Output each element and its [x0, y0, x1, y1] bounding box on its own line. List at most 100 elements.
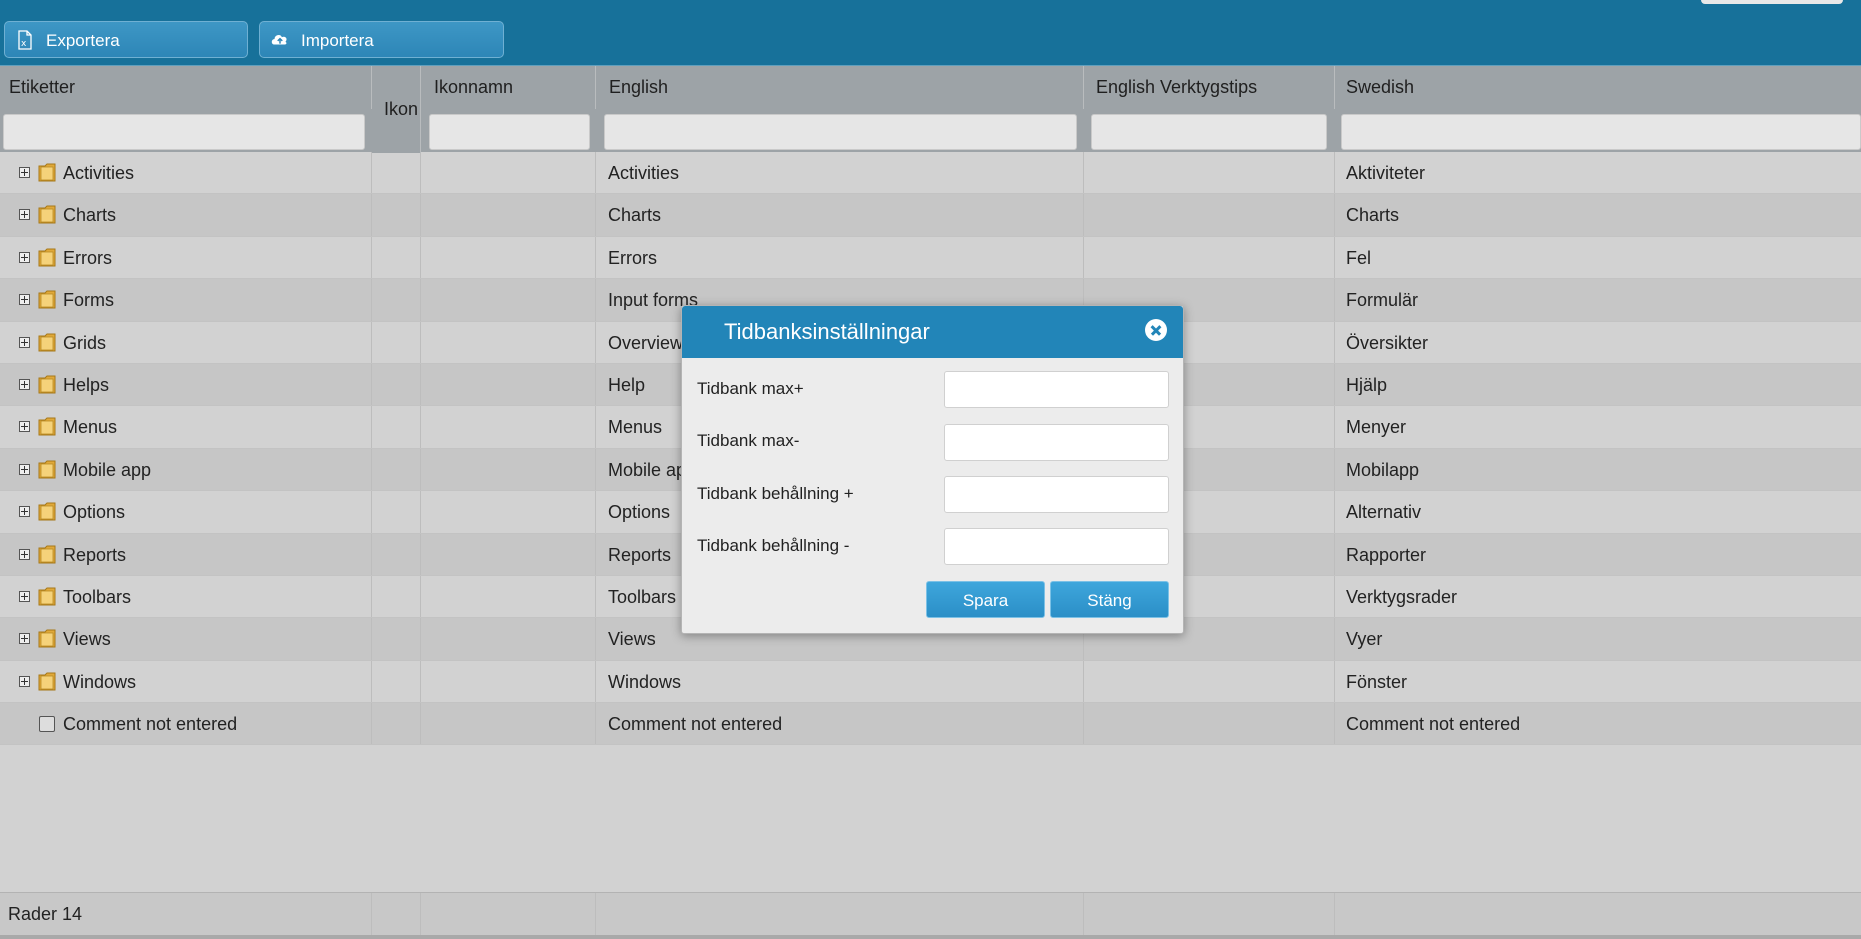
icon-name-cell[interactable]: [421, 363, 596, 406]
swedish-cell[interactable]: Menyer: [1335, 406, 1861, 447]
filter-input-swedish[interactable]: [1341, 114, 1861, 150]
icon-cell[interactable]: [372, 152, 421, 194]
swedish-cell[interactable]: Vyer: [1335, 618, 1861, 659]
english-cell[interactable]: Charts: [596, 194, 1084, 236]
label-cell[interactable]: Errors: [0, 236, 372, 279]
english-cell[interactable]: Activities: [596, 152, 1084, 194]
icon-cell[interactable]: [372, 575, 421, 618]
swedish-cell[interactable]: Fönster: [1335, 661, 1861, 702]
icon-cell[interactable]: [372, 448, 421, 491]
expand-icon[interactable]: [19, 548, 30, 560]
icon-cell[interactable]: [372, 406, 421, 448]
label-cell[interactable]: Menus: [0, 406, 372, 448]
swedish-cell[interactable]: Verktygsrader: [1335, 576, 1861, 617]
checkbox[interactable]: [39, 716, 55, 733]
balance-minus-input[interactable]: [944, 528, 1169, 565]
label-cell[interactable]: Grids: [0, 321, 372, 363]
swedish-cell[interactable]: Hjälp: [1335, 364, 1861, 405]
icon-cell[interactable]: [372, 236, 421, 279]
expand-icon[interactable]: [19, 421, 30, 433]
icon-name-cell[interactable]: [421, 660, 596, 703]
label-cell[interactable]: Views: [0, 618, 372, 660]
table-row[interactable]: Activities Activities Aktiviteter: [0, 152, 1861, 195]
icon-name-cell[interactable]: [421, 279, 596, 321]
icon-cell[interactable]: [372, 194, 421, 236]
label-cell[interactable]: Charts: [0, 194, 372, 236]
close-icon[interactable]: [1145, 319, 1167, 341]
icon-name-cell[interactable]: [421, 406, 596, 448]
filter-input-english-tooltip[interactable]: [1091, 114, 1327, 150]
icon-name-cell[interactable]: [421, 533, 596, 575]
column-header-swedish[interactable]: Swedish: [1335, 66, 1861, 109]
english-tooltip-cell[interactable]: [1084, 152, 1335, 194]
max-plus-input[interactable]: [944, 371, 1169, 408]
icon-name-cell[interactable]: [421, 618, 596, 660]
swedish-cell[interactable]: Comment not entered: [1335, 703, 1861, 744]
filter-input-labels[interactable]: [3, 114, 365, 150]
expand-icon[interactable]: [19, 463, 30, 475]
icon-cell[interactable]: [372, 321, 421, 363]
label-cell[interactable]: Comment not entered: [0, 703, 372, 745]
expand-icon[interactable]: [19, 675, 30, 687]
swedish-cell[interactable]: Aktiviteter: [1335, 152, 1861, 193]
swedish-cell[interactable]: Rapporter: [1335, 534, 1861, 575]
english-cell[interactable]: Comment not entered: [596, 703, 1084, 745]
expand-icon[interactable]: [19, 167, 30, 178]
import-button[interactable]: Importera: [259, 21, 504, 58]
expand-icon[interactable]: [19, 506, 30, 518]
label-cell[interactable]: Reports: [0, 533, 372, 575]
english-cell[interactable]: Errors: [596, 236, 1084, 279]
english-tooltip-cell[interactable]: [1084, 703, 1335, 745]
icon-name-cell[interactable]: [421, 194, 596, 236]
swedish-cell[interactable]: Charts: [1335, 194, 1861, 235]
label-cell[interactable]: Toolbars: [0, 575, 372, 618]
expand-icon[interactable]: [19, 251, 30, 263]
column-header-icon-name[interactable]: Ikonnamn: [421, 66, 596, 109]
expand-icon[interactable]: [19, 633, 30, 645]
table-row[interactable]: Errors Errors Fel: [0, 236, 1861, 280]
swedish-cell[interactable]: Översikter: [1335, 322, 1861, 363]
icon-name-cell[interactable]: [421, 703, 596, 745]
expand-icon[interactable]: [19, 378, 30, 390]
english-tooltip-cell[interactable]: [1084, 236, 1335, 279]
expand-icon[interactable]: [19, 336, 30, 348]
filter-input-english[interactable]: [604, 114, 1077, 150]
icon-cell[interactable]: [372, 363, 421, 406]
label-cell[interactable]: Forms: [0, 279, 372, 321]
swedish-cell[interactable]: Mobilapp: [1335, 449, 1861, 490]
table-row[interactable]: Charts Charts Charts: [0, 194, 1861, 237]
icon-cell[interactable]: [372, 703, 421, 745]
table-row[interactable]: Windows Windows Fönster: [0, 660, 1861, 704]
swedish-cell[interactable]: Fel: [1335, 237, 1861, 278]
label-cell[interactable]: Activities: [0, 152, 372, 194]
swedish-cell[interactable]: Formulär: [1335, 279, 1861, 320]
label-cell[interactable]: Mobile app: [0, 448, 372, 491]
filter-input-icon-name[interactable]: [429, 114, 590, 150]
balance-plus-input[interactable]: [944, 476, 1169, 513]
column-header-english[interactable]: English: [596, 66, 1084, 109]
icon-cell[interactable]: [372, 279, 421, 321]
expand-icon[interactable]: [19, 209, 30, 221]
icon-name-cell[interactable]: [421, 491, 596, 533]
toolbar-edge-control[interactable]: [1701, 0, 1843, 4]
icon-name-cell[interactable]: [421, 575, 596, 618]
expand-icon[interactable]: [19, 294, 30, 306]
icon-cell[interactable]: [372, 660, 421, 703]
column-header-english-tooltip[interactable]: English Verktygstips: [1084, 66, 1335, 109]
column-header-labels[interactable]: Etiketter: [0, 66, 372, 109]
swedish-cell[interactable]: Alternativ: [1335, 491, 1861, 532]
icon-cell[interactable]: [372, 618, 421, 660]
english-tooltip-cell[interactable]: [1084, 194, 1335, 236]
icon-name-cell[interactable]: [421, 321, 596, 363]
column-header-icon[interactable]: Ikon: [372, 66, 421, 153]
icon-cell[interactable]: [372, 491, 421, 533]
label-cell[interactable]: Options: [0, 491, 372, 533]
label-cell[interactable]: Helps: [0, 363, 372, 406]
export-button[interactable]: x Exportera: [4, 21, 248, 58]
table-row[interactable]: Comment not entered Comment not entered Co…: [0, 703, 1861, 746]
icon-name-cell[interactable]: [421, 152, 596, 194]
close-button[interactable]: Stäng: [1050, 581, 1169, 618]
english-tooltip-cell[interactable]: [1084, 660, 1335, 703]
expand-icon[interactable]: [19, 590, 30, 602]
save-button[interactable]: Spara: [926, 581, 1045, 618]
